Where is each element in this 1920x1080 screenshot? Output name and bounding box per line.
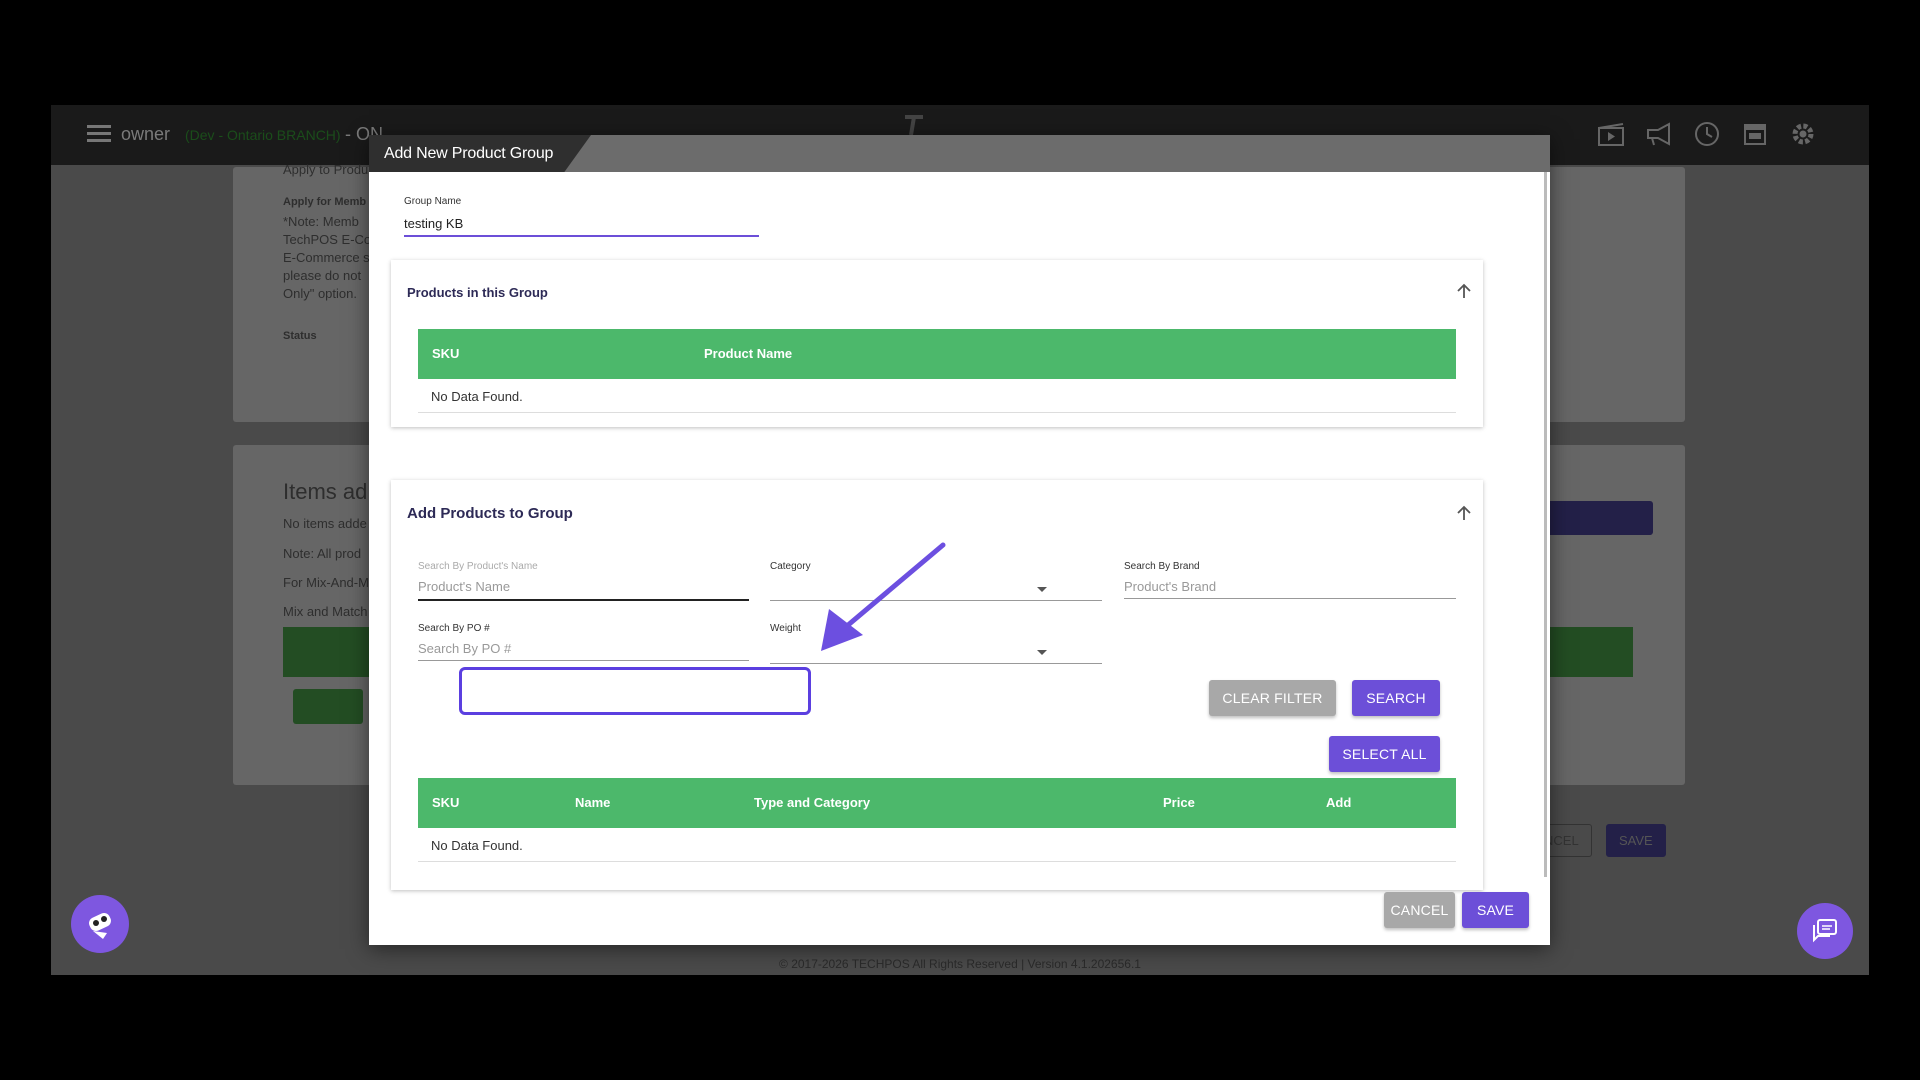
- bg-note-4: please do not: [283, 268, 362, 283]
- modal-title: Add New Product Group: [384, 145, 554, 162]
- app-screen: owner (Dev - Ontario BRANCH) - ON Apply …: [51, 105, 1869, 975]
- search-name-highlight: [459, 667, 811, 715]
- brand-label: Search By Brand: [1124, 561, 1200, 572]
- footer-copyright: © 2017-2026 TECHPOS All Rights Reserved …: [779, 957, 1141, 971]
- bg-items-line-1: No items adde: [283, 516, 367, 531]
- bg-note-1: *Note: Memb: [283, 214, 359, 229]
- app-logo: [901, 113, 1041, 137]
- column-price: Price: [1163, 795, 1195, 810]
- select-all-button[interactable]: SELECT ALL: [1329, 736, 1440, 772]
- bg-apply-text: Apply to Produ: [283, 162, 369, 177]
- column-name: Name: [575, 795, 611, 810]
- search-button[interactable]: SEARCH: [1352, 680, 1440, 716]
- clear-filter-button[interactable]: CLEAR FILTER: [1209, 680, 1336, 716]
- chevron-down-icon[interactable]: [1037, 650, 1047, 655]
- column-product-name: Product Name: [704, 346, 793, 361]
- user-name: owner: [121, 124, 171, 144]
- po-input[interactable]: Search By PO #: [418, 641, 511, 656]
- bg-items-line-2: Note: All prod: [283, 546, 362, 561]
- category-label: Category: [770, 561, 811, 572]
- video-icon[interactable]: [1596, 119, 1626, 149]
- chat-icon: [1813, 919, 1837, 943]
- bg-note-3: E-Commerce s: [283, 250, 370, 265]
- annotation-arrow-icon: [821, 542, 946, 651]
- bg-items-heading: Items ad: [283, 479, 368, 504]
- bg-note-5: Only" option.: [283, 286, 357, 301]
- chevron-down-icon[interactable]: [1037, 587, 1047, 592]
- bg-green-button: [293, 689, 363, 724]
- chat-fab[interactable]: [1797, 903, 1853, 959]
- assistant-fab[interactable]: [71, 895, 129, 953]
- menu-icon[interactable]: [87, 125, 111, 143]
- collapse-up-icon[interactable]: [1455, 282, 1473, 300]
- column-sku: SKU: [432, 795, 460, 810]
- products-in-group-empty: No Data Found.: [431, 389, 523, 404]
- search-name-label: Search By Product's Name: [418, 561, 538, 572]
- products-in-group-panel: Products in this Group SKU Product Name …: [391, 260, 1483, 427]
- add-products-empty: No Data Found.: [431, 838, 523, 853]
- collapse-up-icon[interactable]: [1455, 504, 1473, 522]
- column-add: Add: [1326, 795, 1352, 810]
- bg-items-line-3: For Mix-And-M: [283, 575, 369, 590]
- megaphone-icon[interactable]: [1644, 119, 1674, 149]
- column-type-category: Type and Category: [754, 795, 871, 810]
- group-name-underline: [404, 235, 759, 237]
- modal-header: Add New Product Group: [369, 135, 1550, 172]
- modal-scrollbar[interactable]: [1544, 172, 1547, 877]
- group-name-input[interactable]: testing KB: [404, 216, 463, 231]
- bg-navy-button: [1533, 501, 1653, 535]
- weight-label: Weight: [770, 623, 801, 634]
- bg-save-button: SAVE: [1606, 824, 1666, 857]
- branch-name: (Dev - Ontario BRANCH): [185, 127, 341, 143]
- cancel-button[interactable]: CANCEL: [1384, 892, 1455, 928]
- gear-icon[interactable]: [1788, 119, 1818, 149]
- robot-icon: [89, 912, 111, 939]
- products-in-group-table-header: SKU Product Name: [418, 329, 1456, 379]
- store-icon[interactable]: [1740, 119, 1770, 149]
- bg-note-2: TechPOS E-Co: [283, 232, 372, 247]
- save-button[interactable]: SAVE: [1462, 892, 1529, 928]
- group-name-label: Group Name: [404, 196, 462, 207]
- search-name-input[interactable]: Product's Name: [418, 579, 510, 594]
- clock-icon[interactable]: [1692, 119, 1722, 149]
- add-products-table-header: SKU Name Type and Category Price Add: [418, 778, 1456, 828]
- column-sku: SKU: [432, 346, 460, 361]
- add-product-group-modal: Add New Product Group Group Name testing…: [369, 135, 1550, 945]
- products-in-group-title: Products in this Group: [407, 285, 548, 300]
- bg-apply-member-label: Apply for Memb: [283, 196, 367, 208]
- bg-items-line-4: Mix and Match: [283, 604, 368, 619]
- bg-status-label: Status: [283, 330, 317, 342]
- add-products-title: Add Products to Group: [407, 505, 573, 522]
- brand-input[interactable]: Product's Brand: [1124, 579, 1216, 594]
- po-label: Search By PO #: [418, 623, 490, 634]
